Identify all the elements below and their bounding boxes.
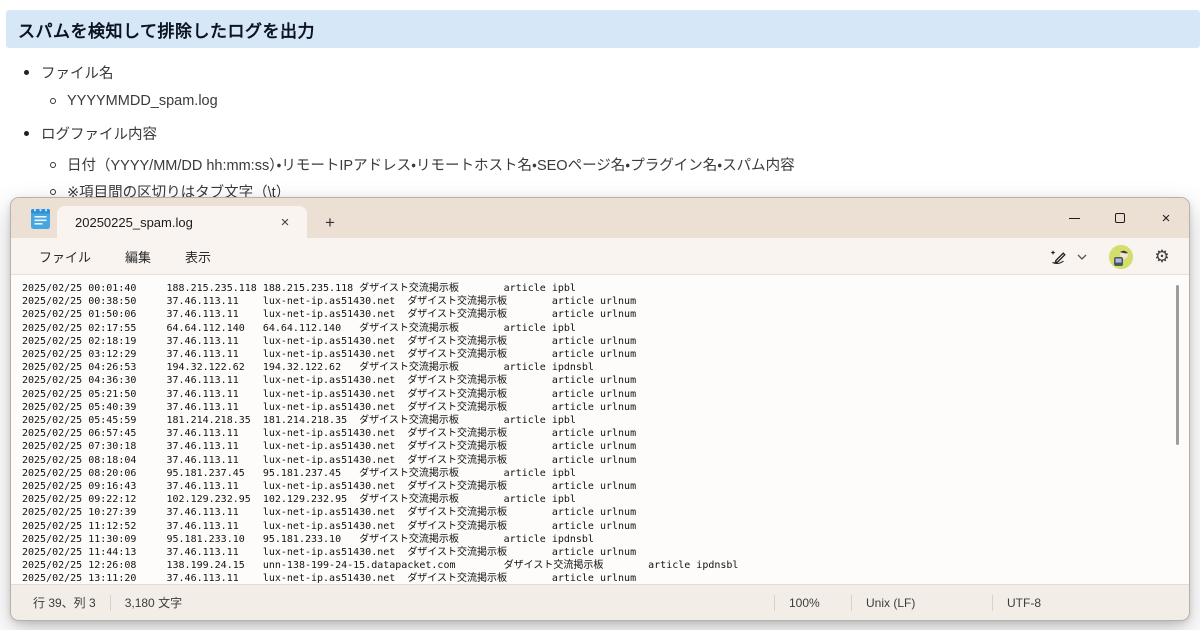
log-content-desc: 日付（YYYY/MM/DD hh:mm:ss）・リモートIPアドレス・リモートホ… <box>67 154 795 175</box>
avatar-figure <box>1109 245 1133 269</box>
line-ending[interactable]: Unix (LF) <box>852 596 992 610</box>
notes-list: ファイル名 YYYYMMDD_spam.log ログファイル内容 日付（YYYY… <box>24 62 795 202</box>
copilot-pen-icon <box>1048 247 1068 267</box>
log-content-label: ログファイル内容 <box>41 123 157 144</box>
tab-20250225-spam-log[interactable]: 20250225_spam.log × <box>57 206 307 238</box>
encoding[interactable]: UTF-8 <box>993 596 1103 610</box>
vertical-scrollbar[interactable] <box>1176 285 1179 445</box>
statusbar-left: 行 39、列 3 3,180 文字 <box>11 594 196 611</box>
window-controls: × <box>1051 198 1189 238</box>
list-item: 日付（YYYY/MM/DD hh:mm:ss）・リモートIPアドレス・リモートホ… <box>50 154 795 175</box>
tab-title: 20250225_spam.log <box>75 215 273 230</box>
file-name-label: ファイル名 <box>41 62 114 83</box>
menu-view[interactable]: 表示 <box>173 242 223 271</box>
minimize-button[interactable] <box>1051 198 1097 238</box>
menubar-icons: ⚙ <box>1043 238 1175 275</box>
close-icon: × <box>1162 210 1171 227</box>
minimize-icon <box>1069 218 1080 219</box>
list-item: ファイル名 <box>24 62 795 83</box>
page-title-text: スパムを検知して排除したログを出力 <box>18 17 315 42</box>
zoom-level[interactable]: 100% <box>775 596 851 610</box>
account-avatar[interactable] <box>1109 245 1133 269</box>
page-title: スパムを検知して排除したログを出力 <box>6 10 1200 48</box>
bullet-icon <box>24 131 29 136</box>
maximize-icon <box>1115 213 1125 223</box>
statusbar-right: 100% Unix (LF) UTF-8 <box>774 595 1103 611</box>
bullet-icon <box>24 70 29 75</box>
char-count: 3,180 文字 <box>111 594 196 611</box>
maximize-button[interactable] <box>1097 198 1143 238</box>
list-item: YYYYMMDD_spam.log <box>50 93 795 109</box>
bullet-circle-icon <box>50 98 56 104</box>
notepad-window: 20250225_spam.log × + × ファイル 編集 表示 <box>10 197 1190 621</box>
menu-file[interactable]: ファイル <box>27 242 103 271</box>
file-name-value: YYYYMMDD_spam.log <box>67 93 218 109</box>
menu-edit[interactable]: 編集 <box>113 242 163 271</box>
cursor-position: 行 39、列 3 <box>19 594 110 611</box>
close-button[interactable]: × <box>1143 198 1189 238</box>
chevron-down-icon[interactable] <box>1073 243 1091 271</box>
copilot-rewrite-button[interactable] <box>1043 243 1073 271</box>
log-text[interactable]: 2025/02/25 00:01:40 188.215.235.118 188.… <box>11 275 1189 584</box>
new-tab-button[interactable]: + <box>317 210 343 236</box>
bullet-circle-icon <box>50 189 56 195</box>
titlebar[interactable]: 20250225_spam.log × + × <box>11 198 1189 238</box>
menubar: ファイル 編集 表示 <box>11 238 1189 275</box>
list-item: ログファイル内容 <box>24 123 795 144</box>
bullet-circle-icon <box>50 162 56 168</box>
tab-close-icon[interactable]: × <box>273 210 297 234</box>
settings-gear-icon[interactable]: ⚙ <box>1149 243 1175 271</box>
statusbar: 行 39、列 3 3,180 文字 100% Unix (LF) UTF-8 <box>11 584 1189 620</box>
text-editor-area[interactable]: 2025/02/25 00:01:40 188.215.235.118 188.… <box>11 275 1189 584</box>
notepad-app-icon <box>30 207 51 230</box>
